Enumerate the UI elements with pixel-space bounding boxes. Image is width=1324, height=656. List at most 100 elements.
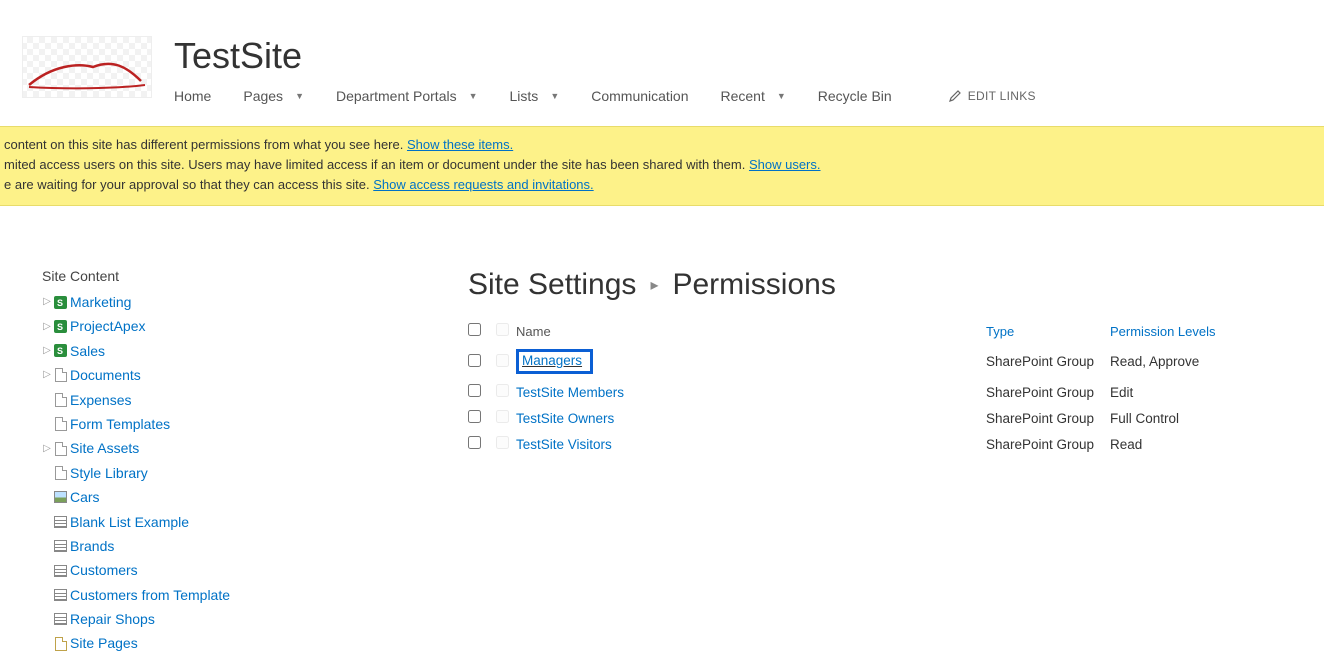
sidebar-item-label[interactable]: Customers from Template [70, 584, 230, 606]
permission-row: TestSite Visitors SharePoint GroupRead [468, 431, 1324, 457]
sidebar-item[interactable]: Customers from Template [42, 583, 430, 607]
sidebar-item-label[interactable]: Sales [70, 340, 105, 362]
sidebar-item-label[interactable]: Style Library [70, 462, 148, 484]
breadcrumb-parent[interactable]: Site Settings [468, 268, 636, 302]
permission-name-link[interactable]: Managers [522, 353, 582, 368]
sidebar-item[interactable]: ▷ Sales [42, 339, 430, 363]
sidebar-item[interactable]: Brands [42, 534, 430, 558]
nav-pages[interactable]: Pages▼ [243, 84, 320, 108]
site-icon [53, 343, 68, 358]
notif-line-1-text: content on this site has different permi… [4, 137, 407, 152]
permission-levels: Read, Approve [1110, 354, 1270, 369]
sidebar-item-label[interactable]: Documents [70, 364, 141, 386]
notif-show-items-link[interactable]: Show these items. [407, 137, 513, 152]
doc-icon [53, 417, 68, 432]
sidebar-item-label[interactable]: Cars [70, 486, 100, 508]
row-indicator-checkbox [496, 410, 509, 423]
col-levels[interactable]: Permission Levels [1110, 324, 1270, 339]
expand-icon[interactable]: ▷ [42, 441, 52, 457]
nav-recent[interactable]: Recent▼ [721, 84, 802, 108]
expand-icon[interactable]: ▷ [42, 294, 52, 310]
sidebar: Site Content ▷ Marketing ▷ ProjectApex ▷ Sale… [0, 268, 430, 656]
row-select-checkbox[interactable] [468, 436, 481, 449]
permission-name-link[interactable]: TestSite Owners [516, 411, 614, 426]
doc-icon [53, 441, 68, 456]
nav-home[interactable]: Home [174, 84, 227, 108]
doc-icon [53, 465, 68, 480]
list-icon [53, 563, 68, 578]
row-indicator-checkbox [496, 436, 509, 449]
sidebar-item[interactable]: Customers [42, 558, 430, 582]
site-content-tree: ▷ Marketing ▷ ProjectApex ▷ Sales ▷ Documents Ex… [42, 290, 430, 656]
nav-lists[interactable]: Lists▼ [510, 84, 576, 108]
list-icon [53, 587, 68, 602]
sidebar-item[interactable]: ▷ Documents [42, 363, 430, 387]
permission-name-link[interactable]: TestSite Members [516, 385, 624, 400]
chevron-down-icon: ▼ [550, 91, 559, 101]
top-nav: Home Pages▼ Department Portals▼ Lists▼ C… [174, 84, 1036, 108]
row-select-checkbox[interactable] [468, 410, 481, 423]
header-indicator-checkbox [496, 323, 509, 336]
sidebar-item[interactable]: Form Templates [42, 412, 430, 436]
sidebar-item-label[interactable]: Expenses [70, 389, 131, 411]
sidebar-item[interactable]: Repair Shops [42, 607, 430, 631]
notif-line-2-text: mited access users on this site. Users m… [4, 157, 749, 172]
sidebar-item[interactable]: Site Pages [42, 631, 430, 655]
col-name[interactable]: Name [516, 324, 986, 339]
edit-links-button[interactable]: EDIT LINKS [948, 89, 1036, 103]
permission-row: TestSite OwnersSharePoint GroupFull Cont… [468, 405, 1324, 431]
sidebar-item[interactable]: Expenses [42, 388, 430, 412]
site-title[interactable]: TestSite [174, 36, 1036, 76]
permission-row: TestSite MembersSharePoint GroupEdit [468, 379, 1324, 405]
select-all-checkbox[interactable] [468, 323, 481, 336]
permission-type: SharePoint Group [986, 354, 1110, 369]
sidebar-item[interactable]: Cars [42, 485, 430, 509]
sidebar-item-label[interactable]: Repair Shops [70, 608, 155, 630]
row-indicator-checkbox [496, 384, 509, 397]
sidebar-item-label[interactable]: Form Templates [70, 413, 170, 435]
highlight-box: Managers [516, 349, 593, 374]
permission-name-link[interactable]: TestSite Visitors [516, 437, 612, 452]
permission-levels: Read [1110, 437, 1270, 452]
sidebar-item-label[interactable]: Customers [70, 559, 138, 581]
row-select-checkbox[interactable] [468, 354, 481, 367]
header: TestSite Home Pages▼ Department Portals▼… [0, 0, 1324, 108]
sidebar-item[interactable]: ▷ ProjectApex [42, 314, 430, 338]
breadcrumb-current: Permissions [672, 268, 835, 302]
sidebar-item[interactable]: ▷ Site Assets [42, 436, 430, 460]
main-content: Site Settings ▸ Permissions Name Type Pe… [430, 268, 1324, 656]
notif-show-users-link[interactable]: Show users. [749, 157, 821, 172]
list-icon [53, 539, 68, 554]
expand-icon[interactable]: ▷ [42, 319, 52, 335]
expand-icon[interactable]: ▷ [42, 367, 52, 383]
permission-type: SharePoint Group [986, 437, 1110, 452]
sidebar-item-label[interactable]: Blank List Example [70, 511, 189, 533]
sidebar-item[interactable]: ▷ Marketing [42, 290, 430, 314]
permissions-table: Name Type Permission Levels Managers Shar… [468, 318, 1324, 457]
permission-levels: Full Control [1110, 411, 1270, 426]
permission-type: SharePoint Group [986, 385, 1110, 400]
sidebar-title: Site Content [42, 268, 430, 284]
nav-recycle-bin[interactable]: Recycle Bin [818, 84, 908, 108]
notif-show-access-requests-link[interactable]: Show access requests and invitations. [373, 177, 593, 192]
sidebar-item-label[interactable]: ProjectApex [70, 315, 145, 337]
nav-department-portals[interactable]: Department Portals▼ [336, 84, 494, 108]
doc-icon [53, 392, 68, 407]
sidebar-item-label[interactable]: Marketing [70, 291, 131, 313]
notification-bar: content on this site has different permi… [0, 126, 1324, 206]
doc-icon [53, 368, 68, 383]
nav-communication[interactable]: Communication [591, 84, 704, 108]
sidebar-item[interactable]: Style Library [42, 461, 430, 485]
row-select-checkbox[interactable] [468, 384, 481, 397]
pencil-icon [948, 89, 962, 103]
col-type[interactable]: Type [986, 324, 1110, 339]
site-logo[interactable] [22, 36, 152, 98]
sidebar-item[interactable]: Blank List Example [42, 510, 430, 534]
list-icon [53, 514, 68, 529]
row-indicator-checkbox [496, 354, 509, 367]
sidebar-item-label[interactable]: Brands [70, 535, 114, 557]
list-icon [53, 612, 68, 627]
breadcrumb-arrow-icon: ▸ [650, 275, 658, 295]
expand-icon[interactable]: ▷ [42, 343, 52, 359]
sidebar-item-label[interactable]: Site Assets [70, 437, 139, 459]
